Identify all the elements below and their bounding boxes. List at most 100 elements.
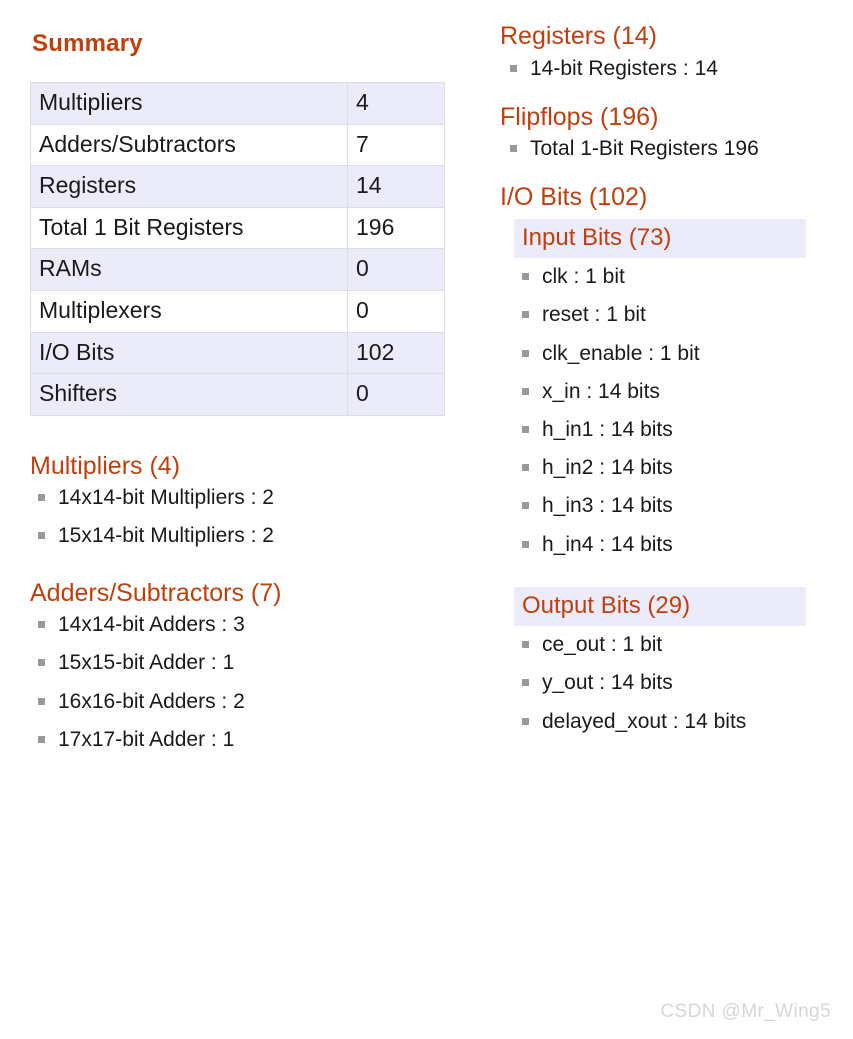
bullet-square-icon	[522, 349, 529, 357]
table-cell-value: 0	[347, 289, 445, 333]
list-item-label: 16x16-bit Adders : 2	[58, 689, 245, 713]
list-item: h_in4 : 14 bits	[500, 532, 840, 557]
list-item: delayed_xout : 14 bits	[500, 709, 840, 734]
list-item-label: h_in3 : 14 bits	[542, 494, 673, 518]
list-item-label: Total 1-Bit Registers 196	[530, 137, 759, 161]
bullet-square-icon	[522, 387, 529, 395]
list-item-label: 14x14-bit Adders : 3	[58, 613, 245, 637]
list-item: 15x15-bit Adder : 1	[30, 650, 450, 675]
table-cell-label: RAMs	[30, 248, 348, 291]
sub-heading-input-bits: Input Bits (73)	[514, 218, 806, 259]
list-item-label: clk : 1 bit	[542, 265, 625, 289]
list-item-label: ce_out : 1 bit	[542, 633, 663, 657]
bullet-square-icon	[522, 464, 529, 472]
bullet-square-icon	[522, 679, 529, 687]
report-page: Summary Multipliers 4 Adders/Subtractors 7 R…	[0, 0, 853, 1039]
table-cell-value: 0	[347, 248, 445, 291]
section-list: 14x14-bit Adders : 3 15x15-bit Adder : 1 1…	[30, 612, 450, 752]
table-row: Adders/Subtractors 7	[30, 123, 445, 167]
registers-list: 14-bit Registers : 14	[500, 56, 840, 81]
bullet-square-icon	[38, 735, 45, 743]
table-cell-value: 14	[347, 165, 445, 208]
table-cell-value: 196	[347, 206, 445, 250]
bullet-square-icon	[38, 621, 45, 629]
sub-heading-output-bits: Output Bits (29)	[514, 586, 806, 627]
list-item-label: h_in1 : 14 bits	[542, 418, 673, 442]
list-item: clk : 1 bit	[500, 264, 840, 289]
bullet-square-icon	[522, 502, 529, 510]
section-list: 14x14-bit Multipliers : 2 15x14-bit Multi…	[30, 485, 450, 548]
output-bits-list: ce_out : 1 bit y_out : 14 bits delayed_xou…	[500, 632, 840, 734]
list-item: 17x17-bit Adder : 1	[30, 727, 450, 752]
bullet-square-icon	[522, 641, 529, 649]
watermark: CSDN @Mr_Wing5	[660, 1001, 831, 1022]
list-item: 15x14-bit Multipliers : 2	[30, 523, 450, 548]
flipflops-list: Total 1-Bit Registers 196	[500, 136, 840, 161]
bullet-square-icon	[522, 273, 529, 281]
list-item-label: 14-bit Registers : 14	[530, 56, 718, 80]
table-cell-label: Adders/Subtractors	[30, 123, 348, 167]
table-row: Multiplexers 0	[30, 289, 445, 333]
table-row: RAMs 0	[30, 248, 445, 291]
section-heading-flipflops: Flipflops (196)	[500, 102, 659, 131]
bullet-square-icon	[522, 311, 529, 319]
list-item-label: delayed_xout : 14 bits	[542, 709, 747, 733]
bullet-square-icon	[38, 532, 45, 540]
table-cell-value: 7	[347, 123, 445, 167]
table-cell-label: Multiplexers	[30, 289, 348, 333]
list-item: 14-bit Registers : 14	[500, 56, 840, 81]
table-cell-value: 4	[347, 82, 445, 125]
table-cell-value: 0	[347, 373, 445, 416]
list-item: ce_out : 1 bit	[500, 632, 840, 657]
bullet-square-icon	[510, 145, 517, 153]
bullet-square-icon	[38, 494, 45, 502]
bullet-square-icon	[522, 540, 529, 548]
list-item-label: y_out : 14 bits	[542, 671, 673, 695]
bullet-square-icon	[522, 717, 529, 725]
list-item-label: clk_enable : 1 bit	[542, 341, 700, 365]
list-item: 14x14-bit Adders : 3	[30, 612, 450, 637]
section-heading-registers: Registers (14)	[500, 22, 657, 50]
bullet-square-icon	[522, 426, 529, 434]
list-item-label: 15x14-bit Multipliers : 2	[58, 524, 274, 548]
list-item: 16x16-bit Adders : 2	[30, 689, 450, 714]
summary-table: Multipliers 4 Adders/Subtractors 7 Registers…	[30, 82, 445, 416]
list-item-label: h_in2 : 14 bits	[542, 456, 673, 480]
table-row: Multipliers 4	[30, 82, 445, 125]
list-item: h_in1 : 14 bits	[500, 417, 840, 442]
list-item: y_out : 14 bits	[500, 670, 840, 695]
left-sections: Multipliers (4) 14x14-bit Multipliers : 2…	[30, 452, 450, 752]
table-row: Shifters 0	[30, 373, 445, 416]
section-heading: Multipliers (4)	[30, 451, 181, 480]
list-item: 14x14-bit Multipliers : 2	[30, 485, 450, 510]
bullet-square-icon	[38, 659, 45, 667]
list-item-label: 15x15-bit Adder : 1	[58, 651, 235, 675]
table-cell-label: Shifters	[30, 373, 348, 416]
table-cell-value: 102	[347, 331, 445, 375]
list-item: reset : 1 bit	[500, 302, 840, 327]
summary-table-body: Multipliers 4 Adders/Subtractors 7 Registers…	[30, 82, 445, 416]
list-item-label: h_in4 : 14 bits	[542, 532, 673, 556]
right-column: Registers (14) 14-bit Registers : 14 Fli…	[500, 22, 840, 764]
list-item: h_in3 : 14 bits	[500, 493, 840, 518]
page-title: Summary	[32, 30, 143, 57]
list-item-label: 14x14-bit Multipliers : 2	[58, 486, 274, 510]
list-item-label: 17x17-bit Adder : 1	[58, 727, 235, 751]
section-heading: Adders/Subtractors (7)	[30, 578, 282, 607]
bullet-square-icon	[38, 697, 45, 705]
table-row: I/O Bits 102	[30, 331, 445, 375]
list-item: Total 1-Bit Registers 196	[500, 136, 840, 161]
list-item-label: x_in : 14 bits	[542, 379, 660, 403]
list-item-label: reset : 1 bit	[542, 303, 646, 327]
section-heading-io-bits: I/O Bits (102)	[500, 183, 648, 212]
table-cell-label: Registers	[30, 165, 348, 208]
table-row: Total 1 Bit Registers 196	[30, 206, 445, 250]
input-bits-list: clk : 1 bit reset : 1 bit clk_enable : 1 b…	[500, 264, 840, 557]
table-cell-label: Multipliers	[30, 82, 348, 125]
list-item: x_in : 14 bits	[500, 379, 840, 404]
bullet-square-icon	[510, 64, 517, 72]
table-cell-label: Total 1 Bit Registers	[30, 206, 348, 250]
left-column: Summary Multipliers 4 Adders/Subtractors 7 R…	[30, 30, 450, 782]
list-item: clk_enable : 1 bit	[500, 341, 840, 366]
table-cell-label: I/O Bits	[30, 331, 348, 375]
